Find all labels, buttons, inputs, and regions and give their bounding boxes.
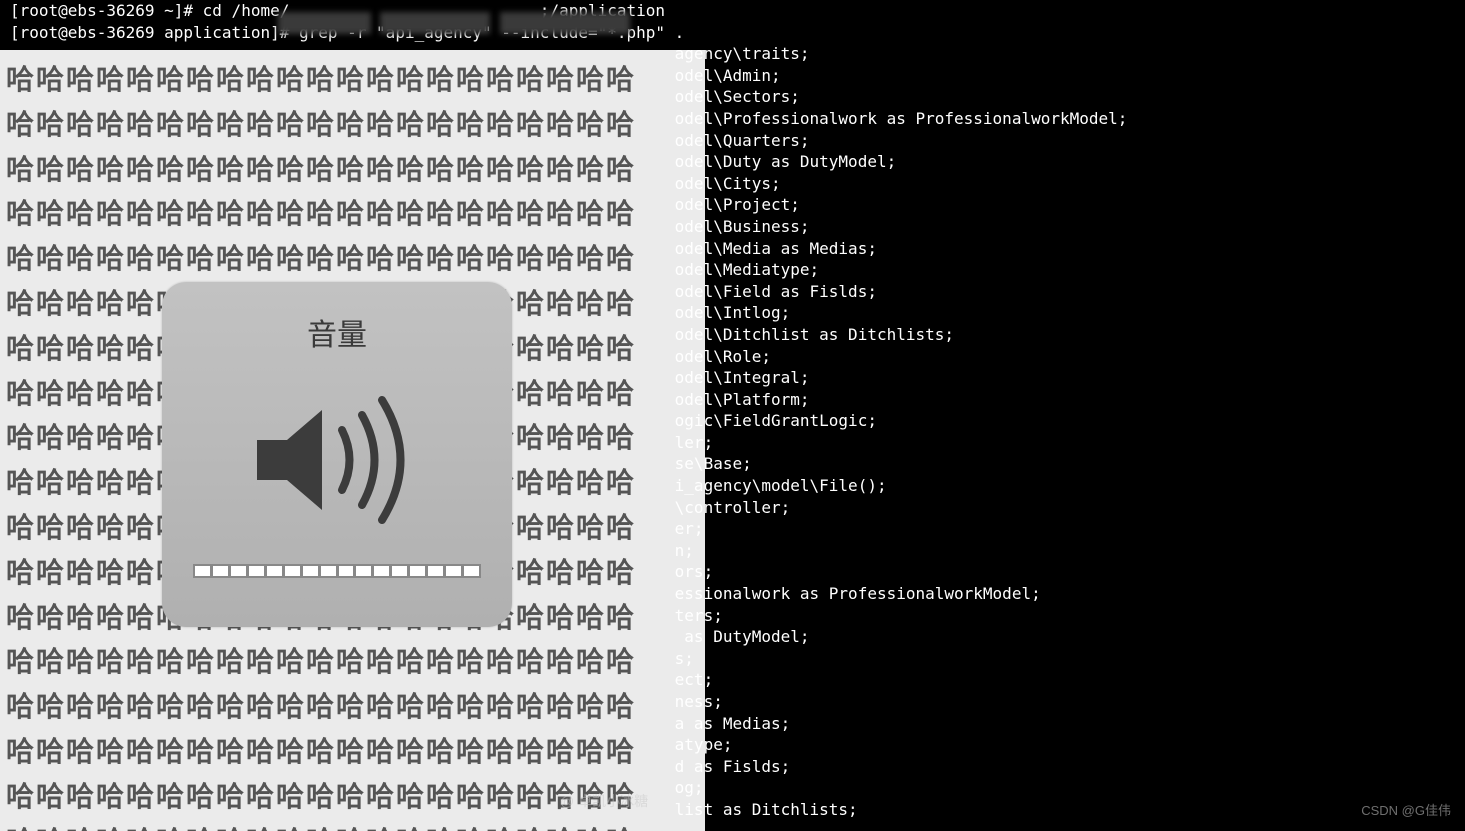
volume-segment bbox=[212, 565, 229, 577]
volume-segment bbox=[391, 565, 408, 577]
volume-segment bbox=[230, 565, 247, 577]
volume-level-bar bbox=[193, 564, 481, 578]
speaker-icon bbox=[247, 390, 427, 530]
volume-hud: 音量 bbox=[162, 282, 512, 627]
laugh-row: 哈哈哈哈哈哈哈哈哈哈哈哈哈哈哈哈哈哈哈哈哈 bbox=[0, 685, 705, 730]
volume-segment bbox=[302, 565, 319, 577]
volume-segment bbox=[248, 565, 265, 577]
laugh-row: 哈哈哈哈哈哈哈哈哈哈哈哈哈哈哈哈哈哈哈哈哈 bbox=[0, 58, 705, 103]
laugh-row: 哈哈哈哈哈哈哈哈哈哈哈哈哈哈哈哈哈哈哈哈哈 bbox=[0, 148, 705, 193]
laugh-row: 哈哈哈哈哈哈哈哈哈哈哈哈哈哈哈哈哈哈哈哈哈 bbox=[0, 237, 705, 282]
volume-segment bbox=[194, 565, 211, 577]
volume-segment bbox=[373, 565, 390, 577]
volume-segment bbox=[445, 565, 462, 577]
terminal-line: [root@ebs-36269 ~]# cd /home/ ;/applicat… bbox=[0, 0, 1465, 22]
terminal-line: [root@ebs-36269 application]# grep -r "a… bbox=[0, 22, 1465, 44]
volume-segment bbox=[427, 565, 444, 577]
watermark-csdn: CSDN @G佳伟 bbox=[1361, 800, 1451, 819]
volume-segment bbox=[320, 565, 337, 577]
watermark-weibo: @ 卓凯小冰糖 bbox=[560, 791, 648, 811]
laugh-row: 哈哈哈哈哈哈哈哈哈哈哈哈哈哈哈哈哈哈哈哈哈 bbox=[0, 730, 705, 775]
volume-segment bbox=[355, 565, 372, 577]
volume-segment bbox=[266, 565, 283, 577]
laugh-row: 哈哈哈哈哈哈哈哈哈哈哈哈哈哈哈哈哈哈哈哈哈 bbox=[0, 192, 705, 237]
volume-segment bbox=[284, 565, 301, 577]
volume-segment bbox=[338, 565, 355, 577]
volume-title: 音量 bbox=[307, 310, 367, 354]
laugh-row: 哈哈哈哈哈哈哈哈哈哈哈哈哈哈哈哈哈哈哈哈哈 bbox=[0, 103, 705, 148]
redacted-block bbox=[278, 12, 371, 34]
redacted-block bbox=[500, 12, 630, 34]
laugh-row: 哈哈哈哈哈哈哈哈哈哈哈哈哈哈哈哈哈哈哈哈哈 bbox=[0, 640, 705, 685]
volume-segment bbox=[409, 565, 426, 577]
laugh-row: 哈哈哈哈哈哈哈哈哈哈哈哈哈哈哈哈哈哈哈哈哈 bbox=[0, 820, 705, 831]
volume-segment bbox=[463, 565, 480, 577]
redacted-block bbox=[380, 12, 490, 34]
